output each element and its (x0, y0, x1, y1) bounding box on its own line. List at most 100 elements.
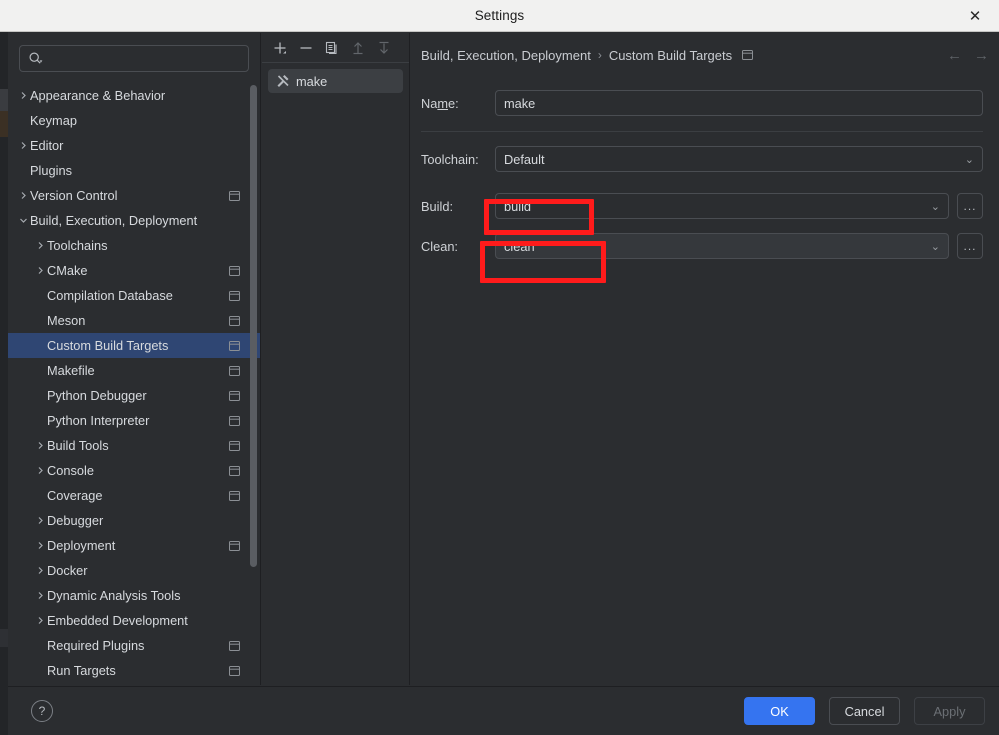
chevron-right-icon[interactable] (16, 89, 30, 103)
chevron-right-icon[interactable] (33, 589, 47, 603)
breadcrumb-parent[interactable]: Build, Execution, Deployment (421, 48, 591, 63)
sidebar-item-dynamic-analysis-tools[interactable]: Dynamic Analysis Tools (8, 583, 260, 608)
sidebar-item-meson[interactable]: Meson (8, 308, 260, 333)
chevron-right-icon[interactable] (33, 264, 47, 278)
sidebar-item-keymap[interactable]: Keymap (8, 108, 260, 133)
chevron-right-icon[interactable] (33, 614, 47, 628)
chevron-placeholder (33, 364, 47, 378)
toolchain-combo[interactable]: Default ⌄ (495, 146, 983, 172)
sidebar-item-docker[interactable]: Docker (8, 558, 260, 583)
build-browse-button[interactable]: ... (957, 193, 983, 219)
chevron-right-icon[interactable] (33, 514, 47, 528)
sidebar-item-python-debugger[interactable]: Python Debugger (8, 383, 260, 408)
project-scope-icon (229, 490, 240, 501)
chevron-right-icon[interactable] (33, 439, 47, 453)
name-row: Name: (411, 90, 999, 116)
breadcrumb: Build, Execution, Deployment › Custom Bu… (411, 33, 999, 77)
build-label: Build: (421, 198, 454, 214)
sidebar-item-required-plugins[interactable]: Required Plugins (8, 633, 260, 658)
sidebar-item-label: Coverage (47, 488, 103, 503)
cancel-button[interactable]: Cancel (829, 697, 900, 725)
chevron-placeholder (33, 314, 47, 328)
targets-toolbar (262, 33, 409, 63)
project-scope-icon (229, 640, 240, 651)
sidebar-item-toolchains[interactable]: Toolchains (8, 233, 260, 258)
sidebar-item-coverage[interactable]: Coverage (8, 483, 260, 508)
chevron-right-icon[interactable] (16, 139, 30, 153)
project-scope-icon (229, 265, 240, 276)
chevron-right-icon[interactable] (33, 564, 47, 578)
dialog-button-bar: ? OK Cancel Apply (8, 686, 999, 735)
sidebar-item-label: Toolchains (47, 238, 108, 253)
project-scope-icon (229, 465, 240, 476)
sidebar-item-label: Python Interpreter (47, 413, 150, 428)
sidebar-scrollbar-thumb[interactable] (250, 85, 257, 567)
sidebar-search (8, 33, 260, 72)
sidebar-item-console[interactable]: Console (8, 458, 260, 483)
target-list-item[interactable]: make (268, 69, 403, 93)
sidebar-item-compilation-database[interactable]: Compilation Database (8, 283, 260, 308)
chevron-placeholder (33, 489, 47, 503)
sidebar-item-editor[interactable]: Editor (8, 133, 260, 158)
ok-button[interactable]: OK (744, 697, 815, 725)
project-scope-icon (229, 340, 240, 351)
sidebar-item-python-interpreter[interactable]: Python Interpreter (8, 408, 260, 433)
custom-targets-panel: make (262, 33, 410, 685)
sidebar-item-label: Dynamic Analysis Tools (47, 588, 181, 603)
chevron-placeholder (33, 289, 47, 303)
clean-row: Clean: clean ⌄ ... (411, 233, 999, 259)
build-row: Build: build ⌄ ... (411, 193, 999, 219)
back-arrow-icon[interactable]: ← (947, 48, 962, 63)
sidebar-item-label: Makefile (47, 363, 95, 378)
copy-target-button[interactable] (320, 36, 344, 60)
sidebar-item-cmake[interactable]: CMake (8, 258, 260, 283)
name-label: Name: (421, 95, 459, 111)
add-target-button[interactable] (268, 36, 292, 60)
close-icon[interactable]: ✕ (963, 0, 987, 32)
clean-combo[interactable]: clean ⌄ (495, 233, 949, 259)
project-scope-icon (229, 190, 240, 201)
settings-tree: Appearance & Behavior Keymap Editor Plugins… (8, 83, 260, 683)
form-divider (421, 131, 983, 132)
sidebar-item-deployment[interactable]: Deployment (8, 533, 260, 558)
chevron-right-icon[interactable] (16, 189, 30, 203)
toolchain-row: Toolchain: Default ⌄ (411, 146, 999, 172)
sidebar-item-appearance-behavior[interactable]: Appearance & Behavior (8, 83, 260, 108)
sidebar-item-label: Build, Execution, Deployment (30, 213, 198, 228)
sidebar-item-version-control[interactable]: Version Control (8, 183, 260, 208)
sidebar-item-label: Python Debugger (47, 388, 147, 403)
clean-label: Clean: (421, 238, 458, 254)
search-icon (28, 51, 43, 66)
sidebar-item-label: Run Targets (47, 663, 116, 678)
clean-browse-button[interactable]: ... (957, 233, 983, 259)
remove-target-button[interactable] (294, 36, 318, 60)
sidebar-item-makefile[interactable]: Makefile (8, 358, 260, 383)
forward-arrow-icon[interactable]: → (974, 48, 989, 63)
chevron-right-icon[interactable] (33, 239, 47, 253)
sidebar-item-label: Keymap (30, 113, 77, 128)
help-button[interactable]: ? (31, 700, 53, 722)
chevron-right-icon[interactable] (33, 539, 47, 553)
sidebar-item-custom-build-targets[interactable]: Custom Build Targets (8, 333, 260, 358)
chevron-down-icon: ⌄ (930, 240, 940, 253)
search-box[interactable] (19, 45, 249, 72)
name-input[interactable] (495, 90, 983, 116)
sidebar-item-debugger[interactable]: Debugger (8, 508, 260, 533)
window-title: Settings (474, 8, 525, 23)
project-scope-icon (229, 290, 240, 301)
search-input[interactable] (48, 51, 240, 66)
window-left-border (0, 32, 8, 735)
sidebar-item-build-tools[interactable]: Build Tools (8, 433, 260, 458)
project-scope-icon (229, 540, 240, 551)
sidebar-scrollbar[interactable] (249, 33, 259, 685)
sidebar-item-run-targets[interactable]: Run Targets (8, 658, 260, 683)
sidebar-item-build-execution-deployment[interactable]: Build, Execution, Deployment (8, 208, 260, 233)
build-combo[interactable]: build ⌄ (495, 193, 949, 219)
sidebar-item-label: CMake (47, 263, 88, 278)
sidebar-item-plugins[interactable]: Plugins (8, 158, 260, 183)
chevron-right-icon[interactable] (33, 464, 47, 478)
sidebar-item-label: Custom Build Targets (47, 338, 169, 353)
chevron-down-icon[interactable] (16, 214, 30, 228)
sidebar-item-embedded-development[interactable]: Embedded Development (8, 608, 260, 633)
window-titlebar: Settings ✕ (0, 0, 999, 32)
